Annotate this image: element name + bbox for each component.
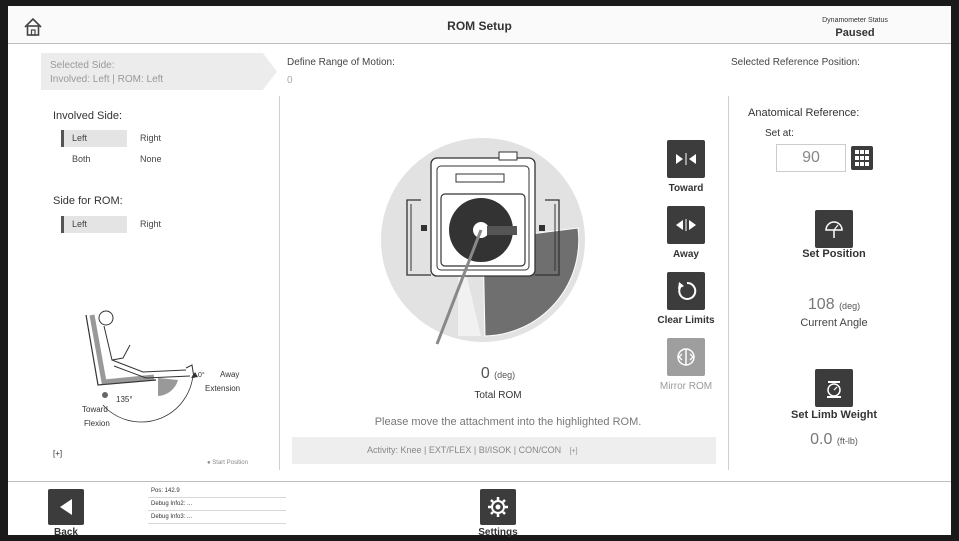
back-label: Back <box>54 527 78 538</box>
instruction-text: Please move the attachment into the high… <box>374 416 642 428</box>
start-position-label: Start Position <box>212 460 248 466</box>
mirror-rom-button[interactable] <box>667 338 705 376</box>
clear-limits-control[interactable]: Clear Limits <box>651 272 721 326</box>
start-position-legend: ● Start Position <box>207 460 248 466</box>
away-label: Away <box>673 249 699 260</box>
mirror-rom-control[interactable]: Mirror ROM <box>651 338 721 392</box>
selected-side-label: Selected Side: <box>50 60 115 71</box>
toward-button[interactable] <box>667 140 705 178</box>
debug-info2: Debug Info2: ... <box>148 499 286 511</box>
define-rom-value: 0 <box>287 75 293 86</box>
toward-label: Toward <box>82 405 108 414</box>
selected-side-value: Involved: Left | ROM: Left <box>50 74 164 85</box>
gauge-icon <box>825 221 843 238</box>
gear-icon <box>488 497 508 517</box>
total-rom-label: Total ROM <box>474 390 522 401</box>
involved-side-both[interactable]: Both <box>64 151 91 168</box>
top-bar: ROM Setup Dynamometer Status Paused <box>8 0 951 44</box>
debug-info3: Debug Info3: ... <box>148 512 286 524</box>
rom-dial-diagram <box>381 138 585 345</box>
rom-side-right[interactable]: Right <box>132 216 161 233</box>
toward-control[interactable]: Toward <box>651 140 721 194</box>
activity-text: Activity: Knee | EXT/FLEX | BI/ISOK | CO… <box>367 445 562 455</box>
activity-bar: Activity: Knee | EXT/FLEX | BI/ISOK | CO… <box>292 437 716 464</box>
scale-icon <box>827 381 841 398</box>
current-angle-label: Current Angle <box>800 317 868 329</box>
calculator-icon[interactable] <box>851 146 873 170</box>
rom-side-left[interactable]: Left <box>61 216 127 233</box>
dynamometer-status-label: Dynamometer Status <box>822 17 888 24</box>
limb-weight-number: 0.0 <box>810 431 833 448</box>
away-label: Away <box>220 370 239 379</box>
limb-weight-unit: (ft-lb) <box>836 436 858 446</box>
back-button[interactable] <box>48 489 84 525</box>
set-limb-weight-button[interactable] <box>815 369 853 407</box>
toward-label: Toward <box>668 183 704 194</box>
reference-position-label: Selected Reference Position: <box>731 57 860 68</box>
mirror-icon <box>677 348 695 366</box>
settings-label: Settings <box>478 527 518 538</box>
involved-side-left[interactable]: Left <box>61 130 127 147</box>
current-angle-value: 108 (deg) <box>774 296 894 314</box>
involved-side-right[interactable]: Right <box>132 130 161 147</box>
set-position-label: Set Position <box>802 248 866 260</box>
back-arrow-icon <box>60 499 72 515</box>
settings-button[interactable] <box>480 489 516 525</box>
angle-135-label: 135° <box>116 395 133 404</box>
set-at-label: Set at: <box>765 128 794 139</box>
app-window: ROM Setup Dynamometer Status Paused Sele… <box>0 0 959 541</box>
extension-label: Extension <box>205 384 240 393</box>
divider <box>279 96 280 470</box>
current-angle-unit: (deg) <box>839 301 861 311</box>
arrows-outward-icon <box>676 219 696 231</box>
total-rom-unit: (deg) <box>494 370 516 380</box>
mirror-rom-label: Mirror ROM <box>659 381 713 392</box>
selected-side-summary: Selected Side: Involved: Left | ROM: Lef… <box>41 53 277 90</box>
current-angle-number: 108 <box>807 296 835 313</box>
flexion-label: Flexion <box>84 419 110 428</box>
expand-left-button[interactable]: [+] <box>53 449 62 458</box>
total-rom-value: 0 (deg) <box>448 365 548 383</box>
arrows-inward-icon <box>676 153 696 165</box>
limb-weight-value: 0.0 (ft-lb) <box>774 431 894 449</box>
define-rom-label: Define Range of Motion: <box>287 57 395 68</box>
away-control[interactable]: Away <box>651 206 721 260</box>
angle-0-label: 0° <box>198 371 205 379</box>
knee-extension-diagram: 0° Away Extension 135° Toward Flexion <box>82 310 240 428</box>
side-for-rom-label: Side for ROM: <box>53 195 123 207</box>
clear-limits-button[interactable] <box>667 272 705 310</box>
away-button[interactable] <box>667 206 705 244</box>
involved-side-none[interactable]: None <box>132 151 162 168</box>
set-position-button[interactable] <box>815 210 853 248</box>
total-rom-number: 0 <box>480 365 490 382</box>
reset-icon <box>678 281 697 300</box>
activity-expand-button[interactable]: [+] <box>570 448 578 455</box>
dynamometer-status-value: Paused <box>835 27 875 39</box>
set-at-input[interactable]: 90 <box>776 144 846 172</box>
involved-side-label: Involved Side: <box>53 110 123 122</box>
anatomical-reference-label: Anatomical Reference: <box>748 107 860 119</box>
clear-limits-label: Clear Limits <box>657 315 715 326</box>
set-limb-weight-label: Set Limb Weight <box>791 409 877 421</box>
divider <box>728 96 729 470</box>
debug-pos: Pos: 142.9 <box>148 486 286 498</box>
